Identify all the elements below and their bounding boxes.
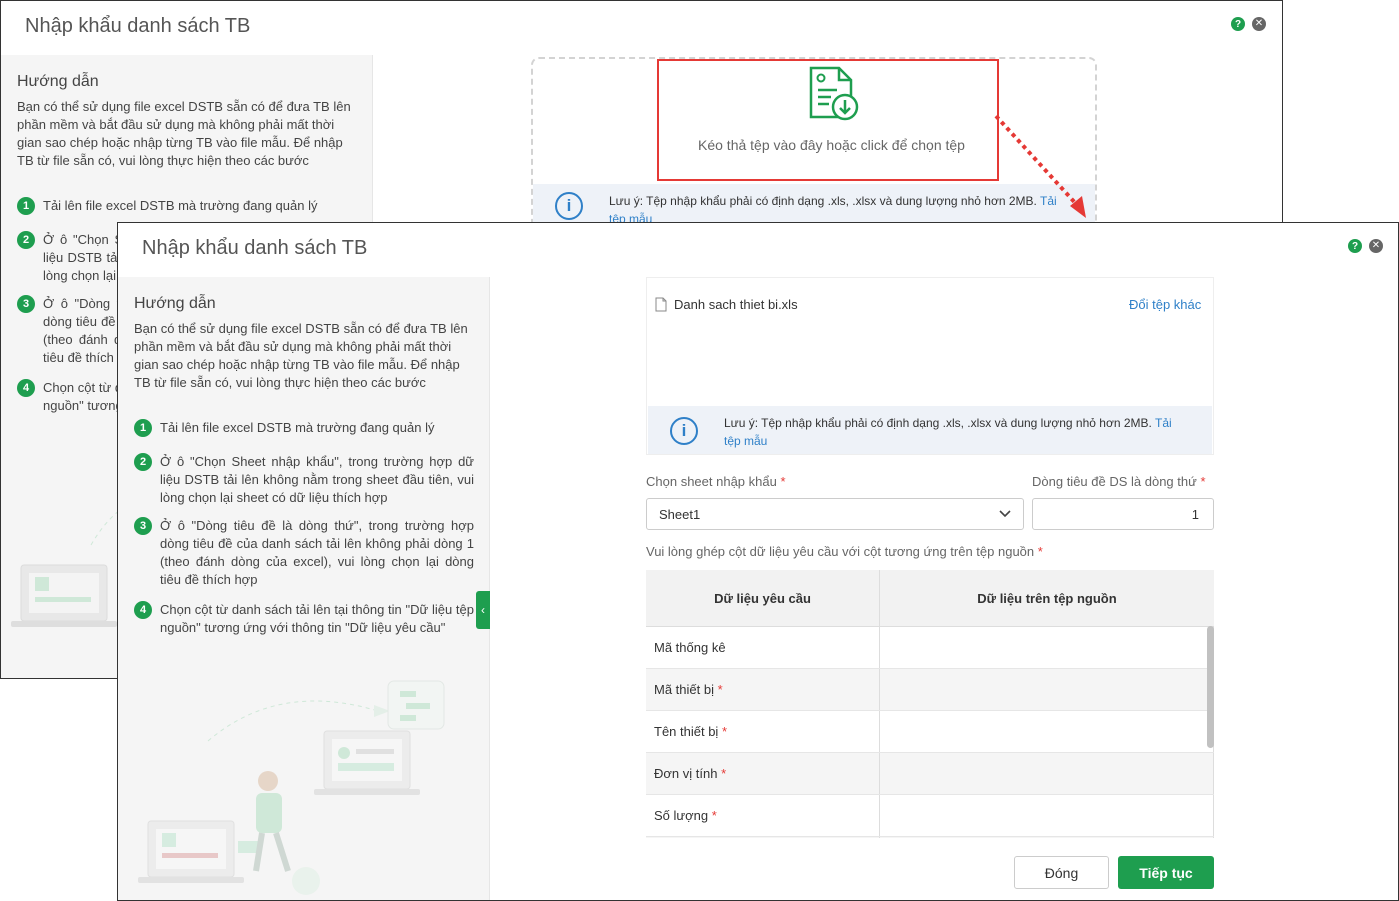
step-number: 3 [17,295,35,313]
table-row: Đơn vị tính * [646,753,1214,795]
step-text: Ở ô "Chọn Sheet nhập khẩu", trong trường… [160,454,474,505]
header-row-label: Dòng tiêu đề DS là dòng thứ * [1032,474,1206,489]
upload-note: i Lưu ý: Tệp nhập khẩu phải có định dạng… [648,406,1212,454]
required-field-label: Tên thiết bị * [646,711,880,752]
help-icon[interactable]: ? [1348,239,1362,253]
guide-step-4: 4 Chọn cột từ danh sách tải lên tại thôn… [134,601,474,637]
file-name: Danh sach thiet bi.xls [674,297,798,312]
chevron-down-icon [999,510,1011,518]
required-field-label: Đơn vị tính * [646,753,880,794]
table-row [646,837,1214,838]
guide-intro: Bạn có thể sử dụng file excel DSTB sẵn c… [17,99,351,168]
step-text: Chọn cột từ danh sách tải lên tại thông … [160,602,474,635]
red-arrow [994,114,1086,218]
guide-step-1: 1 Tải lên file excel DSTB mà trường đang… [17,197,357,215]
close-icon[interactable]: ✕ [1369,239,1383,253]
guide-illustration [138,680,445,895]
step-number: 2 [17,231,35,249]
info-icon: i [670,417,698,445]
header-row-input[interactable]: 1 [1032,498,1214,530]
source-column-cell[interactable] [880,753,1214,794]
collapse-guide-toggle[interactable]: ‹ [476,591,490,629]
source-column-cell[interactable] [880,795,1214,836]
column-header-source-data: Dữ liệu trên tệp nguồn [977,590,1117,606]
step-number: 3 [134,517,152,535]
guide-title: Hướng dẫn [134,295,216,312]
guide-step-1: 1 Tải lên file excel DSTB mà trường đang… [134,419,474,437]
note-text: Lưu ý: Tệp nhập khẩu phải có định dạng .… [724,416,1152,430]
step-number: 2 [134,453,152,471]
close-button[interactable]: Đóng [1014,856,1109,889]
back-header-icons: ? ✕ [1231,17,1266,31]
guide-step-2: 2 Ở ô "Chọn Sheet nhập khẩu", trong trườ… [134,453,474,507]
source-column-cell[interactable] [880,711,1214,752]
change-file-link[interactable]: Đổi tệp khác [1129,297,1201,312]
dialog-title: Nhập khẩu danh sách TB [142,237,368,259]
column-header-required-data: Dữ liệu yêu cầu [646,570,880,626]
file-icon [655,297,667,312]
mapping-hint: Vui lòng ghép cột dữ liệu yêu cầu với cộ… [646,544,1043,559]
header-icons: ? ✕ [1348,239,1383,253]
step-text: Tải lên file excel DSTB mà trường đang q… [43,198,318,213]
required-field-label: Số lượng * [646,795,880,836]
table-header-row: Dữ liệu yêu cầu Dữ liệu trên tệp nguồn [646,570,1214,627]
sheet-select-value: Sheet1 [659,506,701,522]
required-field-label: Mã thiết bị * [646,669,880,710]
guide-panel: Hướng dẫn Bạn có thể sử dụng file excel … [118,277,490,900]
note-text: Lưu ý: Tệp nhập khẩu phải có định dạng .… [609,194,1037,208]
continue-button[interactable]: Tiếp tục [1118,856,1214,889]
guide-title: Hướng dẫn [17,73,99,90]
download-template-link-part-2[interactable]: tệp mẫu [724,434,767,448]
required-field-label: Mã thống kê [646,627,880,668]
source-column-cell[interactable] [880,627,1214,668]
source-column-cell[interactable] [880,669,1214,710]
step-number: 4 [134,601,152,619]
download-template-link-part[interactable]: Tải [1155,416,1172,430]
help-icon[interactable]: ? [1231,17,1245,31]
sheet-select[interactable]: Sheet1 [646,498,1024,530]
step-number: 1 [134,419,152,437]
table-scrollbar[interactable] [1207,626,1214,748]
table-row: Tên thiết bị * [646,711,1214,753]
table-row: Mã thống kê [646,627,1214,669]
step-number: 1 [17,197,35,215]
step-number: 4 [17,379,35,397]
required-field-label [646,837,880,838]
close-icon[interactable]: ✕ [1252,17,1266,31]
guide-step-3: 3 Ở ô "Dòng tiêu đề là dòng thứ", trong … [134,517,474,589]
guide-intro: Bạn có thể sử dụng file excel DSTB sẵn c… [134,321,468,390]
back-dialog-title: Nhập khẩu danh sách TB [25,15,251,37]
sheet-select-label: Chọn sheet nhập khẩu * [646,474,786,489]
source-column-cell[interactable] [880,837,1214,838]
step-text: Ở ô "Dòng tiêu đề là dòng thứ", trong tr… [160,518,474,587]
highlight-box [657,59,999,181]
table-row: Số lượng * [646,795,1214,837]
info-icon: i [555,192,583,220]
header-row-value: 1 [1191,506,1199,522]
step-text: Tải lên file excel DSTB mà trường đang q… [160,420,435,435]
column-mapping-table: Dữ liệu yêu cầu Dữ liệu trên tệp nguồn M… [646,570,1214,838]
table-row: Mã thiết bị * [646,669,1214,711]
